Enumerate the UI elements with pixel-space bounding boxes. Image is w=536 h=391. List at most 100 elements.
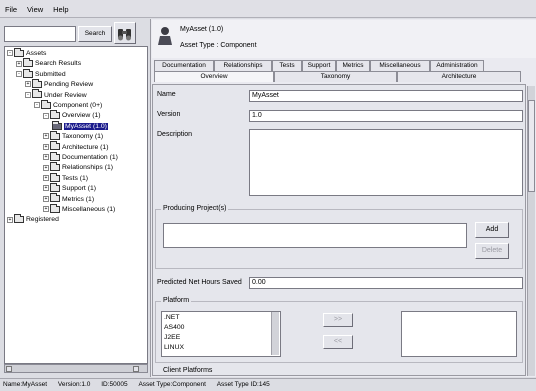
folder-icon [50,203,60,213]
tree-node-label: Search Results [35,60,82,68]
expand-icon[interactable]: + [25,81,31,88]
platform-list-item[interactable]: J2EE [164,333,278,343]
folder-icon [32,78,42,88]
tree-node-label: Documentation (1) [62,154,118,161]
client-platforms-label: Client Platforms [161,367,215,374]
tree-node-label: Tests (1) [62,174,89,182]
folder-icon [50,193,60,203]
platform-list-item[interactable]: .NET [164,313,278,323]
tree-node-label: Taxonomy (1) [62,133,104,141]
folder-icon [50,110,60,120]
menu-view[interactable]: View [22,0,46,14]
selected-platform-list[interactable] [401,311,517,357]
delete-button[interactable]: Delete [475,243,509,259]
scroll-left-arrow-icon[interactable] [6,366,12,372]
folder-icon [41,99,51,109]
binoculars-button[interactable] [114,22,136,44]
expand-icon[interactable]: + [43,133,49,140]
expand-icon[interactable]: + [43,195,49,202]
tree-node-label: Assets [26,50,47,57]
collapse-icon[interactable]: - [25,91,31,98]
tab-support[interactable]: Support [302,60,336,71]
status-version: Version:1.0 [57,381,91,388]
platform-list-item[interactable]: AS400 [164,323,278,333]
folder-icon [32,89,42,99]
tree-node-label: Metrics (1) [62,195,95,203]
collapse-icon[interactable]: - [7,50,13,57]
folder-icon [23,68,33,78]
search-input[interactable] [4,26,76,42]
tree-node-label: Pending Review [44,81,94,89]
producing-projects-list[interactable] [163,223,467,248]
platform-list[interactable]: .NET AS400 J2EE LINUX [161,311,281,357]
hours-saved-field[interactable]: 0.00 [249,277,523,289]
tab-overview[interactable]: Overview [154,71,274,82]
menu-file[interactable]: File [0,0,20,14]
add-button[interactable]: Add [475,222,509,238]
tree-node-label: Registered [26,216,59,224]
tab-administration[interactable]: Administration [430,60,484,71]
form-vertical-scrollbar[interactable] [527,86,535,376]
version-field[interactable]: 1.0 [249,110,523,122]
collapse-icon[interactable]: - [34,102,40,109]
asset-title: MyAsset (1.0) [180,26,224,33]
expand-icon[interactable]: + [7,216,13,223]
tree-node[interactable]: - Component (0+) [34,99,103,111]
menu-bar: File View Help [0,0,536,18]
tree-node[interactable]: - Under Review [25,89,87,101]
tree-node-label: Overview (1) [62,112,101,120]
expand-icon[interactable]: + [43,143,49,150]
move-left-button[interactable]: << [323,335,353,349]
tab-row-front: Overview Taxonomy Architecture [154,71,521,82]
move-right-button[interactable]: >> [323,313,353,327]
menu-help[interactable]: Help [48,0,71,14]
tree-node-label: Relationships (1) [62,164,113,172]
tree-node[interactable]: + Registered [7,214,59,225]
platform-list-scrollbar[interactable] [271,312,279,355]
tab-documentation[interactable]: Documentation [154,60,214,71]
name-field[interactable]: MyAsset [249,90,523,102]
expand-icon[interactable]: + [43,185,49,192]
folder-icon [23,58,33,68]
asset-type-label: Asset Type : Component [180,42,257,49]
tree-horizontal-scrollbar[interactable] [4,364,148,373]
description-field[interactable] [249,129,523,196]
overview-form: Name MyAsset Version 1.0 Description Pro… [152,84,526,376]
tree-node-label: Under Review [44,91,87,99]
person-icon [158,27,172,45]
tree-node-label: Component (0+) [53,102,103,109]
tree-node-label: Architecture (1) [62,143,109,151]
name-label: Name [157,91,176,98]
tree-node[interactable]: + Miscellaneous (1) [43,203,116,215]
tree-node[interactable]: MyAsset (1.0) [52,120,108,132]
hours-saved-label: Predicted Net Hours Saved [157,279,242,286]
collapse-icon[interactable]: - [43,112,49,119]
tree-node-label: MyAsset (1.0) [64,122,108,130]
tree-node-label: Support (1) [62,185,97,193]
asset-tree[interactable]: - Assets + Search Results - Submitted + Pending… [4,46,148,364]
status-asset-type: Asset Type:Component [138,381,206,388]
tab-metrics[interactable]: Metrics [336,60,370,71]
tab-architecture[interactable]: Architecture [397,71,521,82]
tree-node-label: Miscellaneous (1) [62,206,116,213]
folder-icon [50,141,60,151]
tab-taxonomy[interactable]: Taxonomy [274,71,397,82]
description-label: Description [157,131,193,138]
platform-list-item[interactable]: LINUX [164,343,278,353]
tree-node[interactable]: - Submitted [16,68,66,80]
search-button[interactable]: Search [78,26,112,42]
folder-icon [50,151,60,161]
expand-icon[interactable]: + [43,206,49,213]
expand-icon[interactable]: + [43,175,49,181]
collapse-icon[interactable]: - [16,71,22,77]
tab-row-back: Documentation Relationships Tests Support Me… [154,60,484,71]
version-label: Version [157,111,181,118]
scroll-thumb[interactable] [528,100,535,192]
expand-icon[interactable]: + [43,154,49,161]
tab-relationships[interactable]: Relationships [214,60,272,71]
scroll-right-arrow-icon[interactable] [133,366,139,372]
expand-icon[interactable]: + [43,164,49,171]
tab-miscellaneous[interactable]: Miscellaneous [370,60,430,71]
expand-icon[interactable]: + [16,60,22,67]
tab-tests[interactable]: Tests [272,60,302,71]
